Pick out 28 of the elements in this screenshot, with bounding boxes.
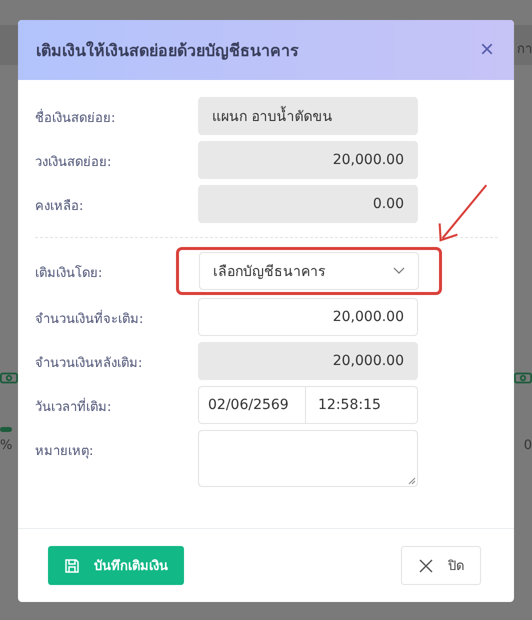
readonly-field: แผนก อาบน้ำตัดขน (198, 97, 418, 135)
background-text: กา (517, 41, 532, 59)
time-input[interactable]: 12:58:15 (306, 386, 418, 424)
note-textarea[interactable] (198, 430, 418, 487)
field-label: จำนวนเงินหลังเติม: (35, 355, 144, 373)
field-label: คงเหลือ: (35, 198, 84, 216)
background-shape (0, 427, 12, 432)
close-dialog-button[interactable]: ปิด (401, 546, 481, 585)
field-label: วงเงินสดย่อย: (35, 154, 112, 172)
close-icon (418, 558, 434, 574)
field-label: ชื่อเงินสดย่อย: (35, 97, 198, 128)
readonly-field: 20,000.00 (198, 342, 418, 380)
field-label: จำนวนเงินที่จะเติม: (35, 298, 198, 329)
bank-select[interactable]: เลือกบัญชีธนาคาร (199, 252, 419, 290)
field-label: หมายเหตุ: (35, 443, 94, 461)
dialog-title: เติมเงินให้เงินสดย่อยด้วยบัญชีธนาคาร (36, 40, 299, 62)
chevron-down-icon (393, 267, 405, 275)
readonly-field: 20,000.00 (198, 141, 418, 179)
amount-input[interactable]: 20,000.00 (198, 298, 418, 336)
resize-grip-icon (408, 477, 416, 485)
field-label: วันเวลาที่เติม: (35, 386, 198, 417)
banknote-icon (0, 370, 18, 386)
date-input[interactable]: 02/06/2569 (198, 386, 306, 424)
readonly-field: 0.00 (198, 185, 418, 223)
field-label: เติมเงินโดย: (35, 264, 104, 283)
banknote-icon (514, 370, 532, 386)
background-text: 0 (524, 438, 532, 453)
background-text: % (0, 438, 12, 453)
